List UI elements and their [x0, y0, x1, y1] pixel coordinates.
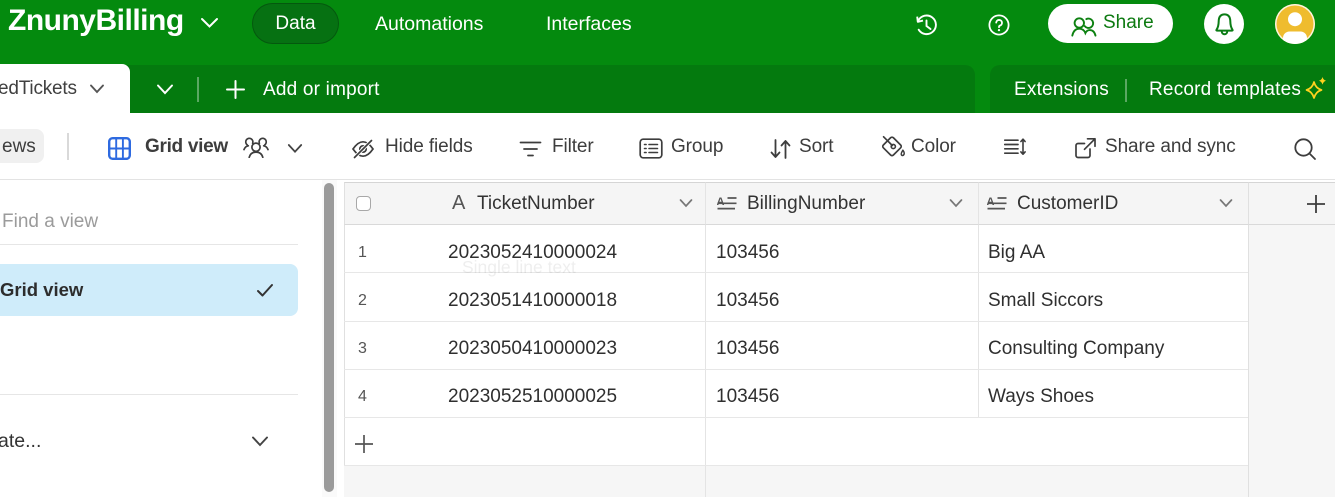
svg-text:A: A: [987, 196, 995, 208]
svg-text:A: A: [717, 196, 725, 208]
